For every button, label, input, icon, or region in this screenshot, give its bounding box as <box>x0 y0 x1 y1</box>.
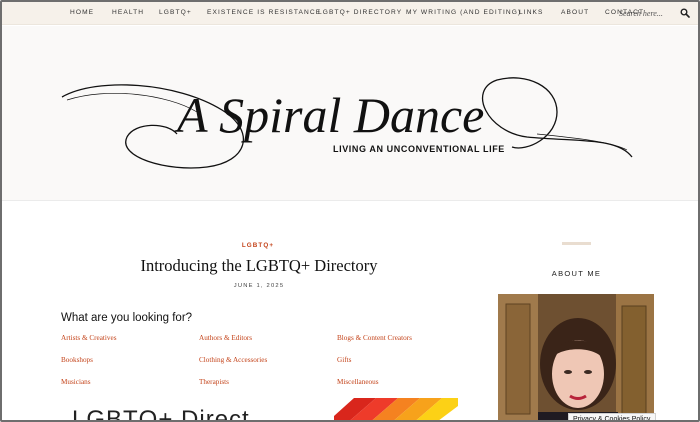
site-logo[interactable]: A Spiral Dance <box>57 42 637 182</box>
nav-item-lgbtq[interactable]: LGBTQ+ <box>159 9 192 16</box>
rainbow-stripes-graphic <box>334 398 458 420</box>
post-title[interactable]: Introducing the LGBTQ+ Directory <box>2 256 516 276</box>
sidebar-divider <box>562 242 591 245</box>
directory-link-miscellaneous[interactable]: Miscellaneous <box>337 378 379 386</box>
search-icon[interactable] <box>680 8 690 18</box>
post-category-link[interactable]: LGBTQ+ <box>2 242 514 249</box>
top-navigation: HOME HEALTH LGBTQ+ EXISTENCE IS RESISTAN… <box>2 2 698 25</box>
nav-item-health[interactable]: HEALTH <box>112 9 144 16</box>
about-me-heading: ABOUT ME <box>551 269 602 278</box>
nav-item-my-writing[interactable]: MY WRITING (AND EDITING) <box>406 9 521 16</box>
privacy-cookies-button[interactable]: Privacy & Cookies Policy <box>568 413 656 420</box>
directory-link-therapists[interactable]: Therapists <box>199 378 229 386</box>
directory-link-blogs[interactable]: Blogs & Content Creators <box>337 334 412 342</box>
directory-link-authors[interactable]: Authors & Editors <box>199 334 252 342</box>
nav-item-links[interactable]: LINKS <box>519 9 544 16</box>
nav-item-existence-is-resistance[interactable]: EXISTENCE IS RESISTANCE <box>207 9 321 16</box>
nav-item-about[interactable]: ABOUT <box>561 9 589 16</box>
directory-link-artists[interactable]: Artists & Creatives <box>61 334 117 342</box>
directory-link-musicians[interactable]: Musicians <box>61 378 91 386</box>
page-frame: HOME HEALTH LGBTQ+ EXISTENCE IS RESISTAN… <box>0 0 700 422</box>
post-date: JUNE 1, 2025 <box>233 283 285 289</box>
site-tagline: LIVING AN UNCONVENTIONAL LIFE <box>333 144 505 154</box>
directory-question: What are you looking for? <box>61 312 193 324</box>
logo-wordmark: A Spiral Dance <box>174 87 484 143</box>
directory-link-clothing[interactable]: Clothing & Accessories <box>199 356 267 364</box>
directory-link-bookshops[interactable]: Bookshops <box>61 356 93 364</box>
directory-banner-text: LGBTQ+ Direct <box>72 406 250 422</box>
nav-item-home[interactable]: HOME <box>70 9 94 16</box>
search-input[interactable] <box>619 7 675 20</box>
nav-item-lgbtq-directory[interactable]: LGBTQ+ DIRECTORY <box>318 9 402 16</box>
about-me-photo[interactable] <box>498 294 654 422</box>
directory-link-gifts[interactable]: Gifts <box>337 356 351 364</box>
